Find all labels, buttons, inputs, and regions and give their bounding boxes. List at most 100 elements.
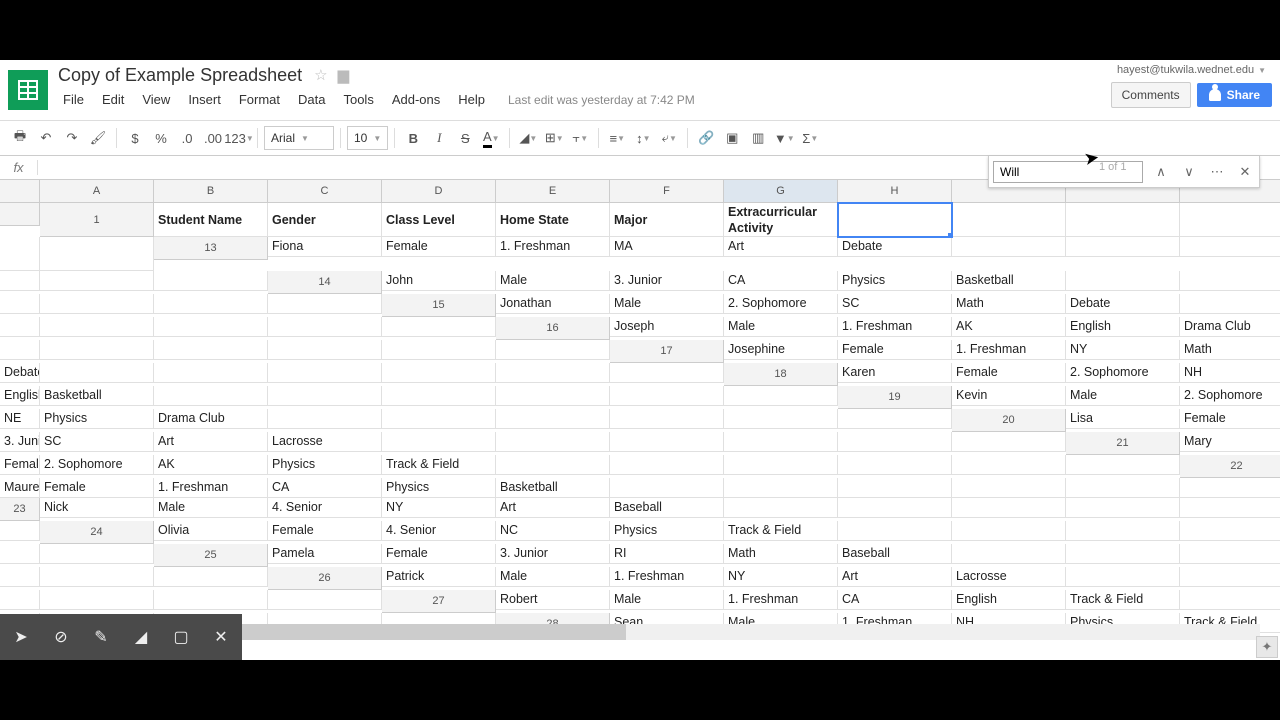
cell[interactable]: 4. Senior <box>382 521 496 541</box>
explore-button[interactable]: ✦ <box>1256 636 1278 658</box>
cell[interactable]: Art <box>838 567 952 587</box>
cell[interactable] <box>1180 294 1280 314</box>
currency-icon[interactable]: $ <box>123 126 147 150</box>
cell[interactable]: Joseph <box>610 317 724 337</box>
wrap-icon[interactable]: ⤶▼ <box>657 126 681 150</box>
percent-icon[interactable]: % <box>149 126 173 150</box>
cell[interactable]: CA <box>838 590 952 610</box>
cell[interactable] <box>1180 237 1280 257</box>
header-cell[interactable]: Gender <box>268 203 382 237</box>
cell[interactable] <box>838 521 952 541</box>
cell[interactable]: Male <box>496 567 610 587</box>
menu-format[interactable]: Format <box>232 88 287 111</box>
cell[interactable] <box>610 386 724 406</box>
borders-icon[interactable]: ⊞▼ <box>542 126 566 150</box>
column-header[interactable]: F <box>610 180 724 203</box>
cell[interactable] <box>0 521 40 541</box>
cell[interactable] <box>0 544 40 564</box>
cell[interactable] <box>154 294 268 314</box>
merge-icon[interactable]: ⫟▼ <box>568 126 592 150</box>
cell[interactable] <box>724 478 838 498</box>
cell[interactable]: Lacrosse <box>268 432 382 452</box>
cell[interactable]: 1. Freshman <box>154 478 268 498</box>
find-more-icon[interactable]: ⋯ <box>1203 158 1231 186</box>
cell[interactable] <box>382 409 496 429</box>
cell[interactable] <box>610 363 724 383</box>
cell[interactable] <box>40 317 154 337</box>
menu-edit[interactable]: Edit <box>95 88 131 111</box>
cell[interactable] <box>610 432 724 452</box>
cell[interactable]: NE <box>0 409 40 429</box>
redo-icon[interactable]: ↷ <box>60 126 84 150</box>
cell[interactable]: Physics <box>40 409 154 429</box>
header-cell[interactable]: Major <box>610 203 724 237</box>
cell[interactable]: Female <box>952 363 1066 383</box>
header-cell[interactable] <box>838 203 952 237</box>
comments-button[interactable]: Comments <box>1111 82 1191 108</box>
row-header[interactable]: 22 <box>1180 455 1280 478</box>
header-cell[interactable]: Extracurricular Activity <box>724 203 838 237</box>
menu-addons[interactable]: Add-ons <box>385 88 447 111</box>
cell[interactable]: 1. Freshman <box>838 317 952 337</box>
cell[interactable]: English <box>1066 317 1180 337</box>
cell[interactable]: Female <box>382 544 496 564</box>
cell[interactable]: Basketball <box>496 478 610 498</box>
cell[interactable] <box>1066 478 1180 498</box>
cell[interactable] <box>268 340 382 360</box>
cell[interactable] <box>382 340 496 360</box>
cell[interactable]: Female <box>838 340 952 360</box>
italic-icon[interactable]: I <box>427 126 451 150</box>
bold-icon[interactable]: B <box>401 126 425 150</box>
cell[interactable]: Female <box>382 237 496 257</box>
menu-file[interactable]: File <box>56 88 91 111</box>
cell[interactable]: Male <box>1066 386 1180 406</box>
highlighter-icon[interactable]: ◢ <box>130 626 152 648</box>
row-header[interactable]: 13 <box>154 237 268 260</box>
cell[interactable]: Josephine <box>724 340 838 360</box>
cell[interactable]: Physics <box>268 455 382 475</box>
cell[interactable] <box>496 455 610 475</box>
cell[interactable] <box>268 317 382 337</box>
font-select[interactable]: Arial▼ <box>264 126 334 150</box>
cell[interactable]: Jonathan <box>496 294 610 314</box>
cell[interactable]: Debate <box>0 363 40 383</box>
cell[interactable] <box>40 590 154 610</box>
cell[interactable] <box>1066 455 1180 475</box>
cell[interactable] <box>40 544 154 564</box>
cell[interactable]: Physics <box>838 271 952 291</box>
cell[interactable]: Female <box>0 455 40 475</box>
cell[interactable] <box>0 294 40 314</box>
comment-icon[interactable]: ▣ <box>720 126 744 150</box>
header-cell[interactable] <box>0 237 40 271</box>
column-header[interactable]: G <box>724 180 838 203</box>
cell[interactable]: Maureen <box>0 478 40 498</box>
undo-icon[interactable]: ↶ <box>34 126 58 150</box>
cell[interactable] <box>838 498 952 518</box>
cell[interactable] <box>1180 478 1280 498</box>
row-header[interactable]: 23 <box>0 498 40 521</box>
cell[interactable]: Debate <box>838 237 952 257</box>
cell[interactable]: Drama Club <box>154 409 268 429</box>
cell[interactable]: MA <box>610 237 724 257</box>
cell[interactable]: 2. Sophomore <box>1180 386 1280 406</box>
cell[interactable]: Female <box>268 521 382 541</box>
filter-icon[interactable]: ▼▼ <box>772 126 796 150</box>
increase-decimal-icon[interactable]: .00 <box>201 126 225 150</box>
row-header[interactable]: 15 <box>382 294 496 317</box>
cell[interactable] <box>838 409 952 429</box>
cell[interactable]: Math <box>952 294 1066 314</box>
cell[interactable]: Olivia <box>154 521 268 541</box>
cell[interactable] <box>382 317 496 337</box>
sheets-logo[interactable] <box>8 70 48 110</box>
cell[interactable] <box>1180 567 1280 587</box>
cell[interactable] <box>1066 544 1180 564</box>
cell[interactable]: Lisa <box>1066 409 1180 429</box>
cell[interactable]: Male <box>496 271 610 291</box>
cell[interactable]: Basketball <box>40 386 154 406</box>
functions-icon[interactable]: Σ▼ <box>798 126 822 150</box>
cell[interactable]: English <box>952 590 1066 610</box>
cell[interactable] <box>268 386 382 406</box>
header-cell[interactable] <box>40 237 154 271</box>
cell[interactable] <box>610 478 724 498</box>
number-format-icon[interactable]: 123▼ <box>227 126 251 150</box>
